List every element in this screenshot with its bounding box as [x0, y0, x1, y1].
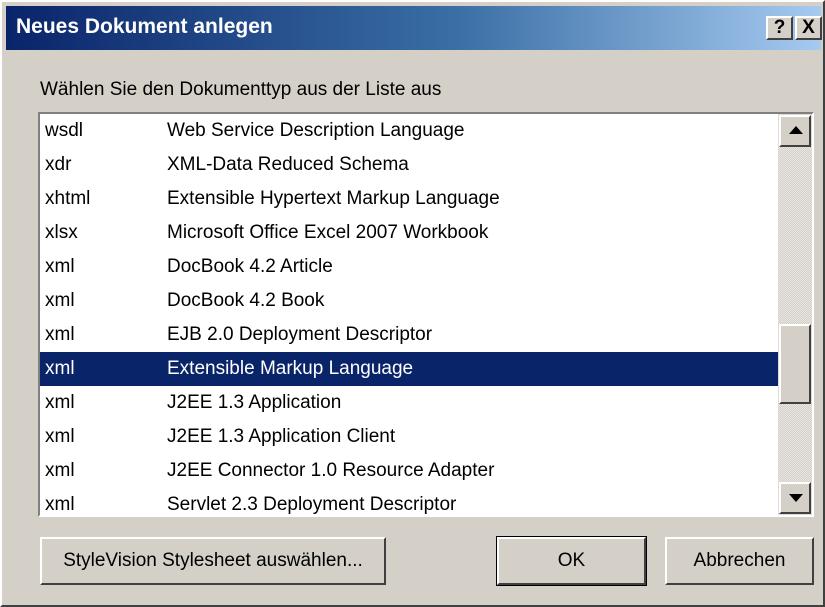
list-item-extension: xml	[45, 358, 75, 379]
title-bar[interactable]: Neues Dokument anlegen ? X	[6, 6, 822, 50]
cancel-button[interactable]: Abbrechen	[665, 537, 814, 585]
list-item[interactable]: xml EJB 2.0 Deployment Descriptor	[40, 318, 778, 352]
list-item-extension: xml	[45, 392, 75, 413]
list-item-description: J2EE Connector 1.0 Resource Adapter	[167, 460, 495, 481]
list-item-extension: xml	[45, 460, 75, 481]
list-item-extension: xhtml	[45, 188, 91, 209]
list-item-extension: xml	[45, 290, 75, 311]
list-item-description: Servlet 2.3 Deployment Descriptor	[167, 494, 457, 515]
list-item-extension: xlsx	[45, 222, 78, 243]
list-item[interactable]: xml Servlet 2.3 Deployment Descriptor	[40, 488, 778, 515]
list-item-description: DocBook 4.2 Book	[167, 290, 325, 311]
list-item[interactable]: xdr XML-Data Reduced Schema	[40, 148, 778, 182]
list-item-extension: xml	[45, 324, 75, 345]
scroll-thumb[interactable]	[779, 324, 811, 404]
list-item-description: Extensible Markup Language	[167, 358, 414, 379]
list-rows: wsdl Web Service Description Language xdr X…	[40, 114, 778, 515]
arrow-up-icon	[789, 126, 803, 134]
list-item-description: EJB 2.0 Deployment Descriptor	[167, 324, 433, 345]
document-type-list[interactable]: wsdl Web Service Description Language xdr X…	[38, 112, 814, 517]
list-item[interactable]: xml DocBook 4.2 Book	[40, 284, 778, 318]
list-item-description: Web Service Description Language	[167, 120, 465, 141]
list-item[interactable]: xml J2EE Connector 1.0 Resource Adapter	[40, 454, 778, 488]
close-button[interactable]: X	[795, 16, 822, 40]
instruction-label: Wählen Sie den Dokumenttyp aus der Liste…	[40, 79, 442, 100]
list-item[interactable]: xhtml Extensible Hypertext Markup Languag…	[40, 182, 778, 216]
new-document-dialog: Neues Dokument anlegen ? X Wählen Sie de…	[0, 0, 825, 607]
list-item[interactable]: xlsx Microsoft Office Excel 2007 Workbook	[40, 216, 778, 250]
list-item-extension: wsdl	[45, 120, 84, 141]
arrow-down-icon	[789, 494, 803, 502]
list-item-description: Extensible Hypertext Markup Language	[167, 188, 500, 209]
help-button[interactable]: ?	[766, 16, 793, 40]
list-item-description: J2EE 1.3 Application Client	[167, 426, 396, 447]
select-stylevision-stylesheet-button[interactable]: StyleVision Stylesheet auswählen...	[40, 537, 386, 585]
list-item-extension: xdr	[45, 154, 72, 175]
list-item[interactable]: xml Extensible Markup Language	[40, 352, 778, 386]
ok-button[interactable]: OK	[496, 536, 647, 586]
list-item-extension: xml	[45, 426, 75, 447]
list-item-description: J2EE 1.3 Application	[167, 392, 342, 413]
scroll-up-button[interactable]	[779, 115, 811, 147]
list-item[interactable]: xml J2EE 1.3 Application	[40, 386, 778, 420]
vertical-scrollbar[interactable]	[778, 114, 812, 515]
list-item[interactable]: xml J2EE 1.3 Application Client	[40, 420, 778, 454]
list-item-description: XML-Data Reduced Schema	[167, 154, 409, 175]
list-item[interactable]: xml DocBook 4.2 Article	[40, 250, 778, 284]
dialog-title: Neues Dokument anlegen	[16, 15, 273, 38]
list-item-extension: xml	[45, 256, 75, 277]
list-item-extension: xml	[45, 494, 75, 515]
scroll-down-button[interactable]	[779, 482, 811, 514]
list-item-description: DocBook 4.2 Article	[167, 256, 333, 277]
list-item[interactable]: wsdl Web Service Description Language	[40, 114, 778, 148]
list-item-description: Microsoft Office Excel 2007 Workbook	[167, 222, 489, 243]
